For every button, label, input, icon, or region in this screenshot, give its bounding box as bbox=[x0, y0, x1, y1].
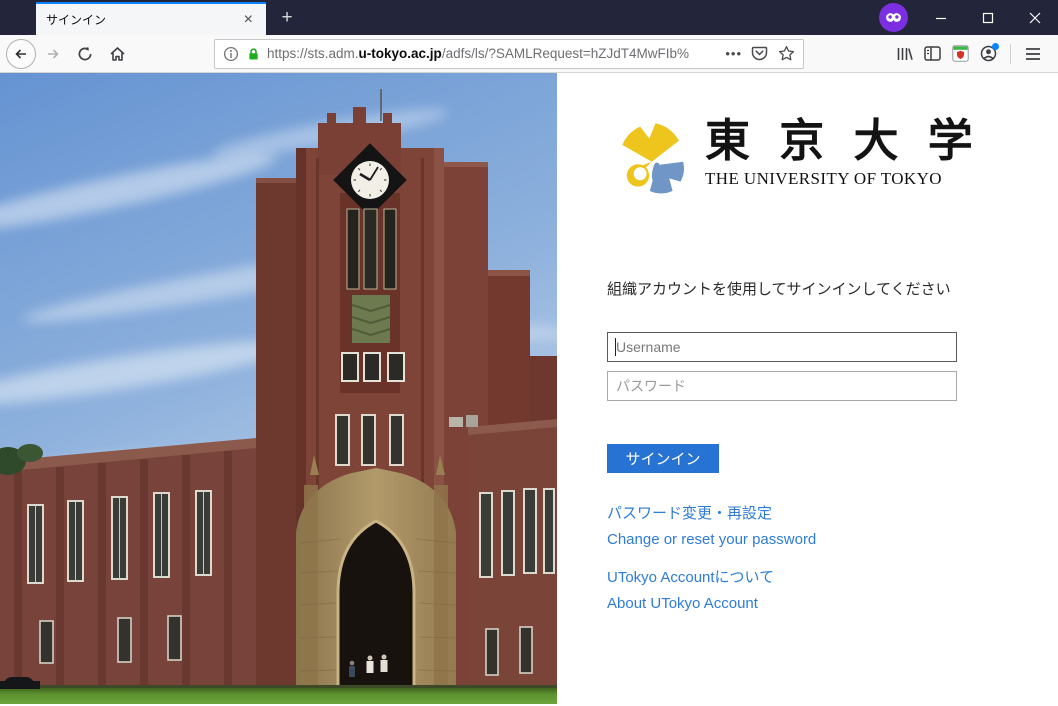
account-button[interactable] bbox=[974, 40, 1002, 68]
about-account-link-en[interactable]: About UTokyo Account bbox=[607, 595, 758, 612]
minimize-button[interactable] bbox=[917, 0, 964, 35]
toolbar-separator bbox=[1010, 44, 1011, 64]
logo-text-en: THE UNIVERSITY OF TOKYO bbox=[705, 169, 982, 189]
utokyo-ginkgo-logo-icon bbox=[607, 118, 693, 202]
username-input[interactable] bbox=[607, 332, 957, 362]
forward-button[interactable] bbox=[38, 39, 68, 69]
sidebar-icon bbox=[924, 46, 941, 61]
tab-title: サインイン bbox=[46, 11, 241, 28]
library-button[interactable] bbox=[890, 40, 918, 68]
url-text: https://sts.adm.u-tokyo.ac.jp/adfs/ls/?S… bbox=[267, 46, 719, 61]
back-button[interactable] bbox=[6, 39, 36, 69]
logo-text-jp: 東 京 大 学 bbox=[705, 118, 982, 165]
account-notification-dot bbox=[992, 43, 999, 50]
menu-button[interactable] bbox=[1019, 40, 1047, 68]
password-reset-link-jp[interactable]: パスワード変更・再設定 bbox=[607, 502, 772, 523]
browser-titlebar: サインイン × + bbox=[0, 0, 1058, 35]
library-icon bbox=[896, 46, 913, 62]
signin-panel: 東 京 大 学 THE UNIVERSITY OF TOKYO 組織アカウントを… bbox=[557, 73, 1058, 704]
about-account-link-jp[interactable]: UTokyo Accountについて bbox=[607, 566, 774, 587]
password-input[interactable] bbox=[607, 371, 957, 401]
page-actions-icon[interactable]: ••• bbox=[725, 46, 742, 61]
url-bar[interactable]: https://sts.adm.u-tokyo.ac.jp/adfs/ls/?S… bbox=[214, 39, 804, 69]
reload-icon bbox=[77, 46, 93, 62]
close-button[interactable] bbox=[1011, 0, 1058, 35]
home-button[interactable] bbox=[102, 39, 132, 69]
page-info-icon[interactable] bbox=[223, 46, 239, 62]
back-icon bbox=[6, 39, 36, 69]
pocket-icon[interactable] bbox=[751, 45, 768, 62]
private-browsing-mask-icon bbox=[879, 3, 908, 32]
bookmark-star-icon[interactable] bbox=[778, 45, 795, 62]
browser-tab[interactable]: サインイン × bbox=[36, 2, 266, 35]
window-controls bbox=[917, 0, 1058, 35]
signin-instruction: 組織アカウントを使用してサインインしてください bbox=[607, 278, 1058, 299]
security-extension-button[interactable] bbox=[946, 40, 974, 68]
maximize-button[interactable] bbox=[964, 0, 1011, 35]
utokyo-logo: 東 京 大 学 THE UNIVERSITY OF TOKYO bbox=[607, 118, 1058, 202]
reload-button[interactable] bbox=[70, 39, 100, 69]
signin-button[interactable]: サインイン bbox=[607, 444, 719, 473]
text-caret bbox=[615, 338, 616, 356]
forward-icon bbox=[45, 46, 61, 62]
password-reset-link-en[interactable]: Change or reset your password bbox=[607, 531, 816, 548]
navigation-toolbar: https://sts.adm.u-tokyo.ac.jp/adfs/ls/?S… bbox=[0, 35, 1058, 73]
new-tab-button[interactable]: + bbox=[272, 0, 302, 35]
home-icon bbox=[109, 46, 126, 62]
sidebar-button[interactable] bbox=[918, 40, 946, 68]
security-extension-icon bbox=[952, 45, 969, 62]
https-lock-icon[interactable] bbox=[246, 46, 261, 62]
campus-photo-yasuda-auditorium bbox=[0, 73, 557, 704]
hamburger-menu-icon bbox=[1025, 47, 1041, 61]
tab-close-icon[interactable]: × bbox=[241, 12, 256, 28]
